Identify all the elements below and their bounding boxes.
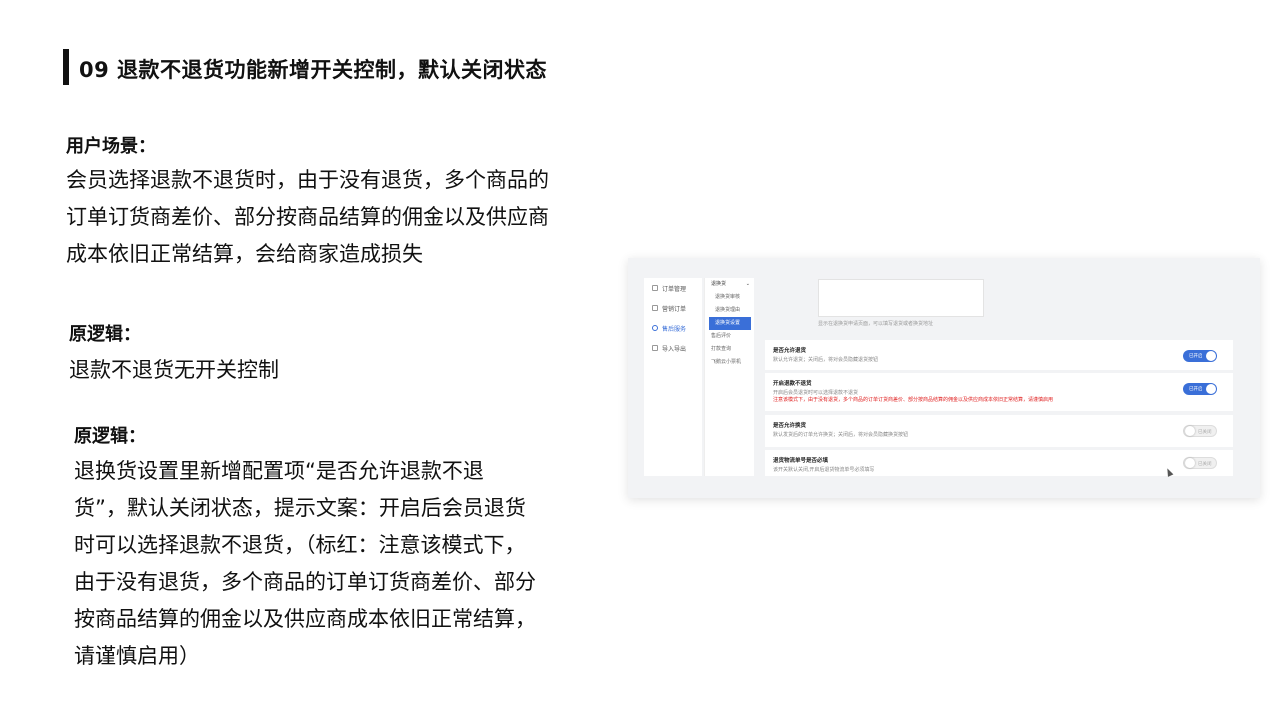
sidebar-item-label: 订单管理 xyxy=(662,286,687,293)
setting-warning: 注意该模式下，由于没有退货，多个商品的订单订货商差价、部分按商品结算的佣金以及供… xyxy=(773,397,1054,403)
new-logic-text: 退换货设置里新增配置项“是否允许退款不退 货”，默认关闭状态，提示文案：开启后会… xyxy=(74,453,614,675)
document-icon xyxy=(652,305,658,311)
setting-title: 是否允许退货 xyxy=(773,348,807,354)
sidebar-item-label: 售后服务 xyxy=(662,326,687,333)
text-line: 会员选择退款不退货时，由于没有退货，多个商品的 xyxy=(66,168,549,192)
sidebar-item-after-sales[interactable]: 售后服务 xyxy=(644,318,702,338)
title-accent-bar xyxy=(63,49,69,85)
text-line: 退换货设置里新增配置项“是否允许退款不退 xyxy=(74,459,484,483)
user-scenario-text: 会员选择退款不退货时，由于没有退货，多个商品的 订单订货商差价、部分按商品结算的… xyxy=(66,162,626,273)
service-icon xyxy=(652,325,658,331)
new-logic-heading: 原逻辑： xyxy=(74,426,146,447)
text-line: 成本依旧正常结算，会给商家造成损失 xyxy=(66,242,423,266)
settings-screenshot: 订单管理 营销订单 售后服务 导入导出 退换货 ⌄ 退换货审核 退换货理由 退换货… xyxy=(628,258,1260,498)
sidebar-item-marketing-orders[interactable]: 营销订单 xyxy=(644,298,702,318)
sidebar-item-label: 营销订单 xyxy=(662,306,687,313)
slide-title: 09 退款不退货功能新增开关控制，默认关闭状态 xyxy=(79,58,548,82)
allow-return-toggle[interactable]: 已开启 xyxy=(1183,350,1217,362)
allow-exchange-toggle[interactable]: 已关闭 xyxy=(1183,425,1217,437)
order-icon xyxy=(652,285,658,291)
setting-title: 是否允许换货 xyxy=(773,423,807,429)
menu-group-label: 退换货 xyxy=(711,281,727,287)
setting-desc: 该开关默认关闭,开启后退货物流单号必须填写 xyxy=(773,467,875,473)
setting-title: 退货物流单号是否必填 xyxy=(773,458,829,464)
export-icon xyxy=(652,345,658,351)
menu-item-after-sales-review[interactable]: 售后评价 xyxy=(705,330,754,343)
text-line: 退款不退货无开关控制 xyxy=(69,358,279,382)
menu-group-returns[interactable]: 退换货 ⌄ xyxy=(705,278,754,291)
setting-desc: 默认发货后的订单允许换货；关闭后，将对会员隐藏换货按钮 xyxy=(773,432,909,438)
setting-card-allow-return: 是否允许退货 默认允许退货；关闭后，将对会员隐藏退货按钮 已开启 xyxy=(765,340,1233,370)
text-line: 按商品结算的佣金以及供应商成本依旧正常结算， xyxy=(74,607,536,631)
tracking-required-toggle[interactable]: 已关闭 xyxy=(1183,457,1217,469)
user-scenario-heading: 用户场景： xyxy=(66,136,156,157)
menu-item-return-review[interactable]: 退换货审核 xyxy=(705,291,754,304)
setting-desc: 开启后会员退货时可以选择退款不退货 xyxy=(773,390,859,396)
new-logic-section: 原逻辑： 退换货设置里新增配置项“是否允许退款不退 货”，默认关闭状态，提示文案… xyxy=(74,422,614,675)
sidebar-item-import-export[interactable]: 导入导出 xyxy=(644,338,702,358)
text-line: 由于没有退货，多个商品的订单订货商差价、部分 xyxy=(74,570,536,594)
original-logic-text: 退款不退货无开关控制 xyxy=(69,352,629,389)
menu-item-return-settings[interactable]: 退换货设置 xyxy=(709,317,751,330)
setting-desc: 默认允许退货；关闭后，将对会员隐藏退货按钮 xyxy=(773,357,879,363)
setting-card-allow-exchange: 是否允许换货 默认发货后的订单允许换货；关闭后，将对会员隐藏换货按钮 已关闭 xyxy=(765,415,1233,447)
textarea-hint: 显示在退换货申请页面，可以填写退货或者换货地址 xyxy=(818,321,934,327)
return-address-textarea[interactable] xyxy=(818,279,984,317)
setting-title: 开启退款不退货 xyxy=(773,381,812,387)
menu-item-return-reasons[interactable]: 退换货理由 xyxy=(705,304,754,317)
secondary-sidebar: 退换货 ⌄ 退换货审核 退换货理由 退换货设置 售后评价 打款查询 飞鹅云小票机 xyxy=(704,278,754,476)
menu-item-receipt-printer[interactable]: 飞鹅云小票机 xyxy=(705,356,754,369)
original-logic-section: 原逻辑： 退款不退货无开关控制 xyxy=(69,320,629,389)
original-logic-heading: 原逻辑： xyxy=(69,324,141,345)
sidebar-item-orders[interactable]: 订单管理 xyxy=(644,278,702,298)
user-scenario-section: 用户场景： 会员选择退款不退货时，由于没有退货，多个商品的 订单订货商差价、部分… xyxy=(66,132,626,273)
setting-card-tracking-required: 退货物流单号是否必填 该开关默认关闭,开启后退货物流单号必须填写 已关闭 xyxy=(765,450,1233,476)
text-line: 请谨慎启用） xyxy=(74,644,200,668)
primary-sidebar: 订单管理 营销订单 售后服务 导入导出 xyxy=(644,278,702,476)
text-line: 货”，默认关闭状态，提示文案：开启后会员退货 xyxy=(74,496,526,520)
menu-item-payment-query[interactable]: 打款查询 xyxy=(705,343,754,356)
settings-main: 显示在退换货申请页面，可以填写退货或者换货地址 是否允许退货 默认允许退货；关闭… xyxy=(761,278,1237,476)
chevron-down-icon: ⌄ xyxy=(745,281,750,287)
refund-only-toggle[interactable]: 已开启 xyxy=(1183,383,1217,395)
setting-card-refund-only: 开启退款不退货 开启后会员退货时可以选择退款不退货 注意该模式下，由于没有退货，… xyxy=(765,373,1233,411)
text-line: 时可以选择退款不退货，（标红：注意该模式下， xyxy=(74,533,526,557)
text-line: 订单订货商差价、部分按商品结算的佣金以及供应商 xyxy=(66,205,549,229)
sidebar-item-label: 导入导出 xyxy=(662,346,687,353)
